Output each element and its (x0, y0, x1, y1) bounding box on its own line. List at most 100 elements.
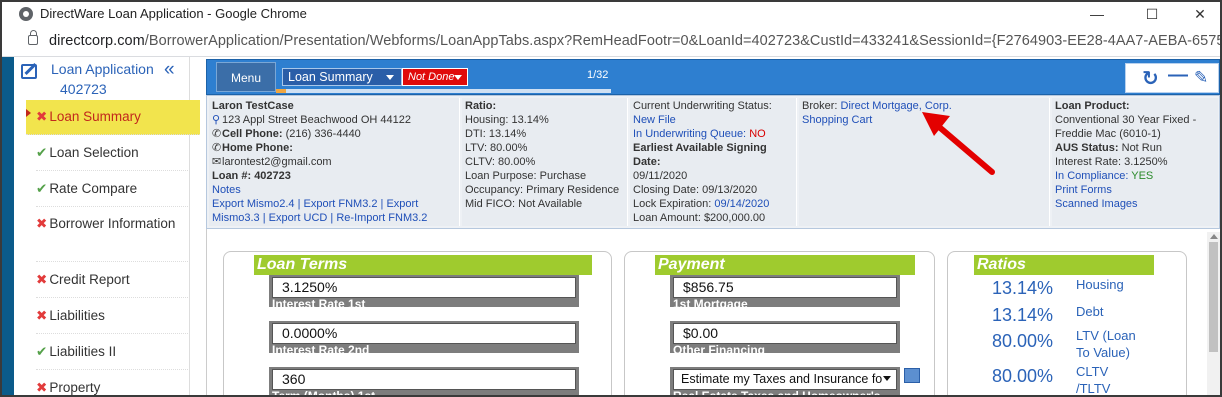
incomplete-x-icon: ✖ (36, 216, 48, 231)
debt-ratio-value: 13.14% (992, 305, 1054, 325)
sidebar: Loan Application 402723 « ✖ Loan Summary ✔… (14, 57, 200, 395)
other-financing-label: Other Financing (673, 343, 766, 357)
interest-rate-1st-field[interactable]: 3.1250% Interest Rate 1st (269, 275, 579, 311)
compliance-label[interactable]: In Compliance: (1055, 170, 1128, 182)
collapse-sidebar-icon[interactable]: « (164, 59, 175, 81)
broker-label: Broker: (802, 100, 838, 112)
map-pin-icon: ⚲ (212, 114, 221, 126)
minimize-button[interactable]: — (1077, 3, 1117, 25)
sidebar-item-loan-summary[interactable]: ✖ Loan Summary (26, 100, 200, 135)
chrome-icon (19, 7, 33, 21)
app-title[interactable]: Loan Application (51, 61, 154, 77)
term-1st-input[interactable]: 360 (272, 369, 576, 390)
app-number[interactable]: 402723 (60, 81, 107, 97)
scanned-images-link[interactable]: Scanned Images (1055, 197, 1215, 211)
interest-rate-1st-label: Interest Rate 1st (272, 297, 366, 311)
ratio-line: Loan Purpose: Purchase (465, 170, 587, 182)
lock-date[interactable]: 09/14/2020 (714, 198, 769, 210)
close-button[interactable]: ✕ (1180, 3, 1220, 25)
progress-counter: 1/32 (587, 69, 609, 81)
section-select-value: Loan Summary (288, 70, 373, 84)
sidebar-item-liabilities-ii[interactable]: ✔ Liabilities II (36, 335, 190, 370)
status-select[interactable]: Not Done (402, 68, 468, 86)
underwriting-panel: Current Underwriting Status: New File In… (630, 98, 797, 226)
incomplete-x-icon: ✖ (36, 272, 48, 287)
cltv-ratio-value: 80.00% (992, 366, 1054, 386)
print-forms-link[interactable]: Print Forms (1055, 183, 1215, 197)
interest-rate-2nd-input[interactable]: 0.0000% (272, 323, 576, 344)
uw-status[interactable]: New File (633, 113, 793, 127)
export-link[interactable]: Export UCD (269, 212, 328, 224)
email: larontest2@gmail.com (222, 156, 332, 168)
sidebar-item-credit-report[interactable]: ✖ Credit Report (36, 263, 190, 298)
vertical-scrollbar[interactable] (1207, 232, 1220, 395)
notes-link[interactable]: Notes (212, 183, 456, 197)
sidebar-item-borrower-information[interactable]: ✖ Borrower Information (36, 208, 190, 262)
other-financing-input[interactable]: $0.00 (673, 323, 897, 344)
debt-ratio-label: Debt (1076, 304, 1104, 319)
term-1st-field[interactable]: 360 Term (Months) 1st (269, 367, 579, 397)
first-mortgage-input[interactable]: $856.75 (673, 277, 897, 298)
first-mortgage-field[interactable]: $856.75 1st Mortgage (670, 275, 900, 311)
borrower-address: 123 Appl Street Beachwood OH 44122 (222, 114, 411, 126)
interest-rate-2nd-label: Interest Rate 2nd (272, 343, 370, 357)
window-title: DirectWare Loan Application - Google Chr… (40, 6, 307, 21)
product-panel: Loan Product: Conventional 30 Year Fixed… (1052, 98, 1218, 226)
sidebar-item-property[interactable]: ✖ Property (36, 371, 190, 395)
pin-icon[interactable]: ✎ (1194, 68, 1208, 88)
incomplete-x-icon: ✖ (36, 380, 48, 395)
scrollbar-thumb[interactable] (1209, 242, 1218, 352)
main-content: Menu Loan Summary Not Done 1/32 ↻ — ✎ La… (206, 57, 1220, 397)
export-link[interactable]: Re-Import FNM3.2 (336, 212, 427, 224)
sidebar-item-label: Loan Summary (49, 109, 141, 124)
lock-icon[interactable] (28, 30, 38, 45)
progress-fill (276, 89, 287, 93)
complete-check-icon: ✔ (36, 344, 48, 359)
phone-icon: ✆ (212, 128, 222, 140)
ratio-line: Housing: 13.14% (465, 114, 549, 126)
interest-rate-2nd-field[interactable]: 0.0000% Interest Rate 2nd (269, 321, 579, 357)
sidebar-item-liabilities[interactable]: ✖ Liabilities (36, 299, 190, 334)
loan-terms-card: Loan Terms 3.1250% Interest Rate 1st 0.00… (223, 251, 612, 397)
minimize-icon[interactable]: — (1168, 64, 1188, 87)
interest-rate-1st-input[interactable]: 3.1250% (272, 277, 576, 298)
other-financing-field[interactable]: $0.00 Other Financing (670, 321, 900, 357)
aus-value: Not Run (1121, 142, 1162, 154)
uw-queue-label[interactable]: In Underwriting Queue: (633, 128, 746, 140)
complete-check-icon: ✔ (36, 181, 48, 196)
menu-button[interactable]: Menu (216, 62, 276, 92)
tax-insurance-field[interactable]: Estimate my Taxes and Insurance fo Real … (670, 367, 900, 397)
refresh-icon[interactable]: ↻ (1142, 66, 1159, 91)
tool-icons: ↻ — ✎ (1125, 63, 1219, 93)
loan-number: 402723 (254, 170, 291, 182)
url-text[interactable]: directcorp.com/BorrowerApplication/Prese… (49, 33, 1222, 49)
export-link[interactable]: Export FNM3.2 (304, 198, 378, 210)
loan-amount: Loan Amount: $200,000.00 (633, 212, 766, 224)
tax-insurance-label: Real Estate Taxes and Homeowner's (673, 389, 881, 397)
tax-insurance-select-value: Estimate my Taxes and Insurance fo (681, 372, 883, 386)
complete-check-icon: ✔ (36, 145, 48, 160)
url-path: /BorrowerApplication/Presentation/Webfor… (144, 33, 1222, 49)
home-phone-label: Home Phone: (222, 142, 293, 154)
ratio-line: LTV: 80.00% (465, 142, 528, 154)
term-1st-label: Term (Months) 1st (272, 389, 376, 397)
ratio-panel: Ratio: Housing: 13.14% DTI: 13.14% LTV: 80… (462, 98, 628, 226)
scroll-up-icon[interactable] (1210, 234, 1218, 239)
cell-phone-label: Cell Phone: (222, 128, 283, 140)
ratio-heading: Ratio: (465, 100, 497, 112)
tax-insurance-select[interactable]: Estimate my Taxes and Insurance fo (673, 369, 897, 390)
export-link[interactable]: Export Mismo2.4 (212, 198, 295, 210)
address-bar[interactable]: directcorp.com/BorrowerApplication/Prese… (2, 27, 1220, 57)
incomplete-x-icon: ✖ (36, 109, 48, 124)
sidebar-item-loan-selection[interactable]: ✔ Loan Selection (36, 136, 190, 171)
browser-window: DirectWare Loan Application - Google Chr… (0, 0, 1222, 397)
maximize-button[interactable]: ☐ (1132, 3, 1172, 25)
sidebar-item-rate-compare[interactable]: ✔ Rate Compare (36, 172, 190, 207)
calculator-icon[interactable] (904, 368, 920, 383)
ratio-line: CLTV: 80.00% (465, 156, 536, 168)
sidebar-item-label: Property (49, 380, 101, 395)
link-separator: | (259, 212, 269, 224)
borrower-panel: Laron TestCase ⚲ 123 Appl Street Beachwoo… (209, 98, 460, 226)
ratio-line: Mid FICO: Not Available (465, 198, 583, 210)
section-select[interactable]: Loan Summary (282, 68, 402, 86)
